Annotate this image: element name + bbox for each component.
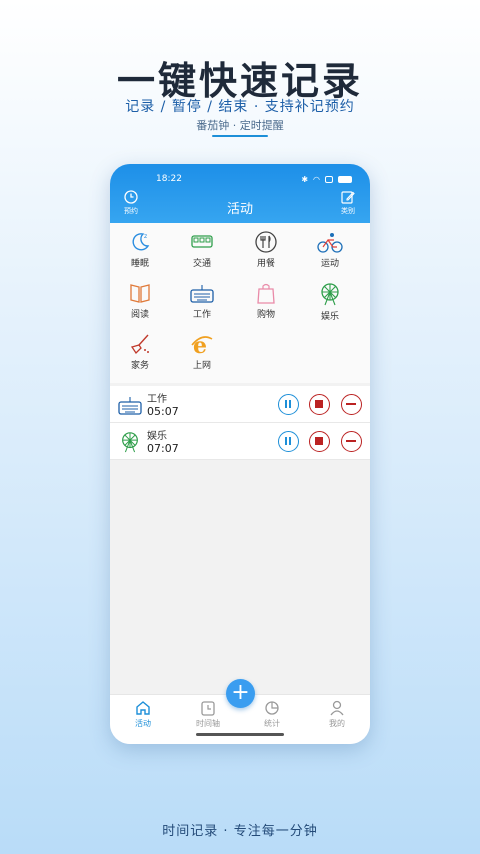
category-label: 家务 <box>130 361 149 371</box>
home-icon <box>136 701 150 715</box>
category-label: 购物 <box>256 310 275 320</box>
tab-statistics[interactable]: 统计 <box>247 700 297 729</box>
category-entertainment[interactable]: 娱乐 <box>300 282 360 322</box>
tab-label: 我的 <box>329 719 345 728</box>
timeline-icon <box>201 701 215 716</box>
promo-subline-secondary: 番茄钟 · 定时提醒 <box>0 117 480 137</box>
add-record-button[interactable]: + <box>226 679 255 708</box>
user-icon <box>330 700 344 716</box>
record-row[interactable]: 工作 05:07 <box>110 386 370 423</box>
category-label: 运动 <box>320 259 339 269</box>
promo-subline: 记录 / 暂停 / 结束 · 支持补记预约 <box>125 99 355 115</box>
home-indicator <box>196 733 284 736</box>
status-time: 18:22 <box>156 174 182 184</box>
record-time: 05:07 <box>147 405 179 418</box>
tab-timeline[interactable]: 时间轴 <box>183 700 233 729</box>
category-label: 睡眠 <box>130 259 149 269</box>
promo-underline <box>212 135 268 137</box>
category-button[interactable]: 类别 <box>331 190 365 216</box>
category-label: 上网 <box>192 361 211 371</box>
status-icons: ✱ ◠ <box>301 175 352 184</box>
category-sleep[interactable]: z 睡眠 <box>110 231 170 269</box>
stop-button[interactable] <box>309 431 330 452</box>
category-grid: z 睡眠 交通 用餐 运动 阅读 工作 购物 娱乐 家务 e 上网 <box>110 223 370 383</box>
record-name: 工作 <box>147 394 167 405</box>
tab-mine[interactable]: 我的 <box>312 700 362 729</box>
ferris-wheel-icon <box>122 432 138 453</box>
category-label: 类别 <box>341 207 355 215</box>
broom-icon <box>130 334 149 355</box>
promo-subline-secondary-text: 番茄钟 · 定时提醒 <box>196 119 284 132</box>
wifi-icon: ◠ <box>313 175 320 184</box>
active-records-list: 工作 05:07 娱乐 07:07 <box>110 386 370 460</box>
tab-activity[interactable]: 活动 <box>118 700 168 729</box>
tab-label: 活动 <box>135 719 151 728</box>
pause-button[interactable] <box>278 394 299 415</box>
signal-icon <box>325 176 333 183</box>
keyboard-icon <box>190 285 214 303</box>
phone-screen: 18:22 ✱ ◠ 预约 活动 类别 z 睡眠 交通 用餐 运动 阅读 工作 购… <box>110 164 370 744</box>
category-housework[interactable]: 家务 <box>110 333 170 371</box>
tab-label: 时间轴 <box>196 719 220 728</box>
status-bar: 18:22 ✱ ◠ <box>110 173 370 187</box>
record-row[interactable]: 娱乐 07:07 <box>110 423 370 460</box>
record-name: 娱乐 <box>147 431 167 442</box>
tab-label: 统计 <box>264 719 280 728</box>
pause-button[interactable] <box>278 431 299 452</box>
moon-icon: z <box>132 233 150 251</box>
remove-button[interactable] <box>341 394 362 415</box>
category-work[interactable]: 工作 <box>172 282 232 320</box>
category-sport[interactable]: 运动 <box>300 231 360 269</box>
edit-icon <box>341 191 355 204</box>
bluetooth-icon: ✱ <box>301 175 309 184</box>
shopping-bag-icon <box>257 283 275 304</box>
book-icon <box>130 284 150 303</box>
category-transport[interactable]: 交通 <box>172 231 232 269</box>
bicycle-icon <box>317 233 343 253</box>
category-label: 用餐 <box>256 259 275 269</box>
keyboard-icon <box>118 397 142 415</box>
category-internet[interactable]: e 上网 <box>172 333 232 371</box>
remove-button[interactable] <box>341 431 362 452</box>
category-label: 娱乐 <box>320 312 339 322</box>
svg-text:z: z <box>144 233 147 240</box>
promo-footer: 时间记录 · 专注每一分钟 <box>162 824 318 839</box>
cutlery-icon <box>255 231 277 253</box>
category-label: 交通 <box>192 259 211 269</box>
category-shopping[interactable]: 购物 <box>236 282 296 320</box>
record-time: 07:07 <box>147 442 179 455</box>
battery-icon <box>338 176 352 183</box>
bus-icon <box>191 235 213 248</box>
app-header: 18:22 ✱ ◠ 预约 活动 类别 <box>110 164 370 223</box>
category-meal[interactable]: 用餐 <box>236 231 296 269</box>
ie-browser-icon: e <box>191 333 213 355</box>
category-label: 阅读 <box>130 310 149 320</box>
category-reading[interactable]: 阅读 <box>110 282 170 320</box>
category-label: 工作 <box>192 310 211 320</box>
ferris-wheel-icon <box>321 283 339 306</box>
pie-chart-icon <box>265 701 279 715</box>
stop-button[interactable] <box>309 394 330 415</box>
